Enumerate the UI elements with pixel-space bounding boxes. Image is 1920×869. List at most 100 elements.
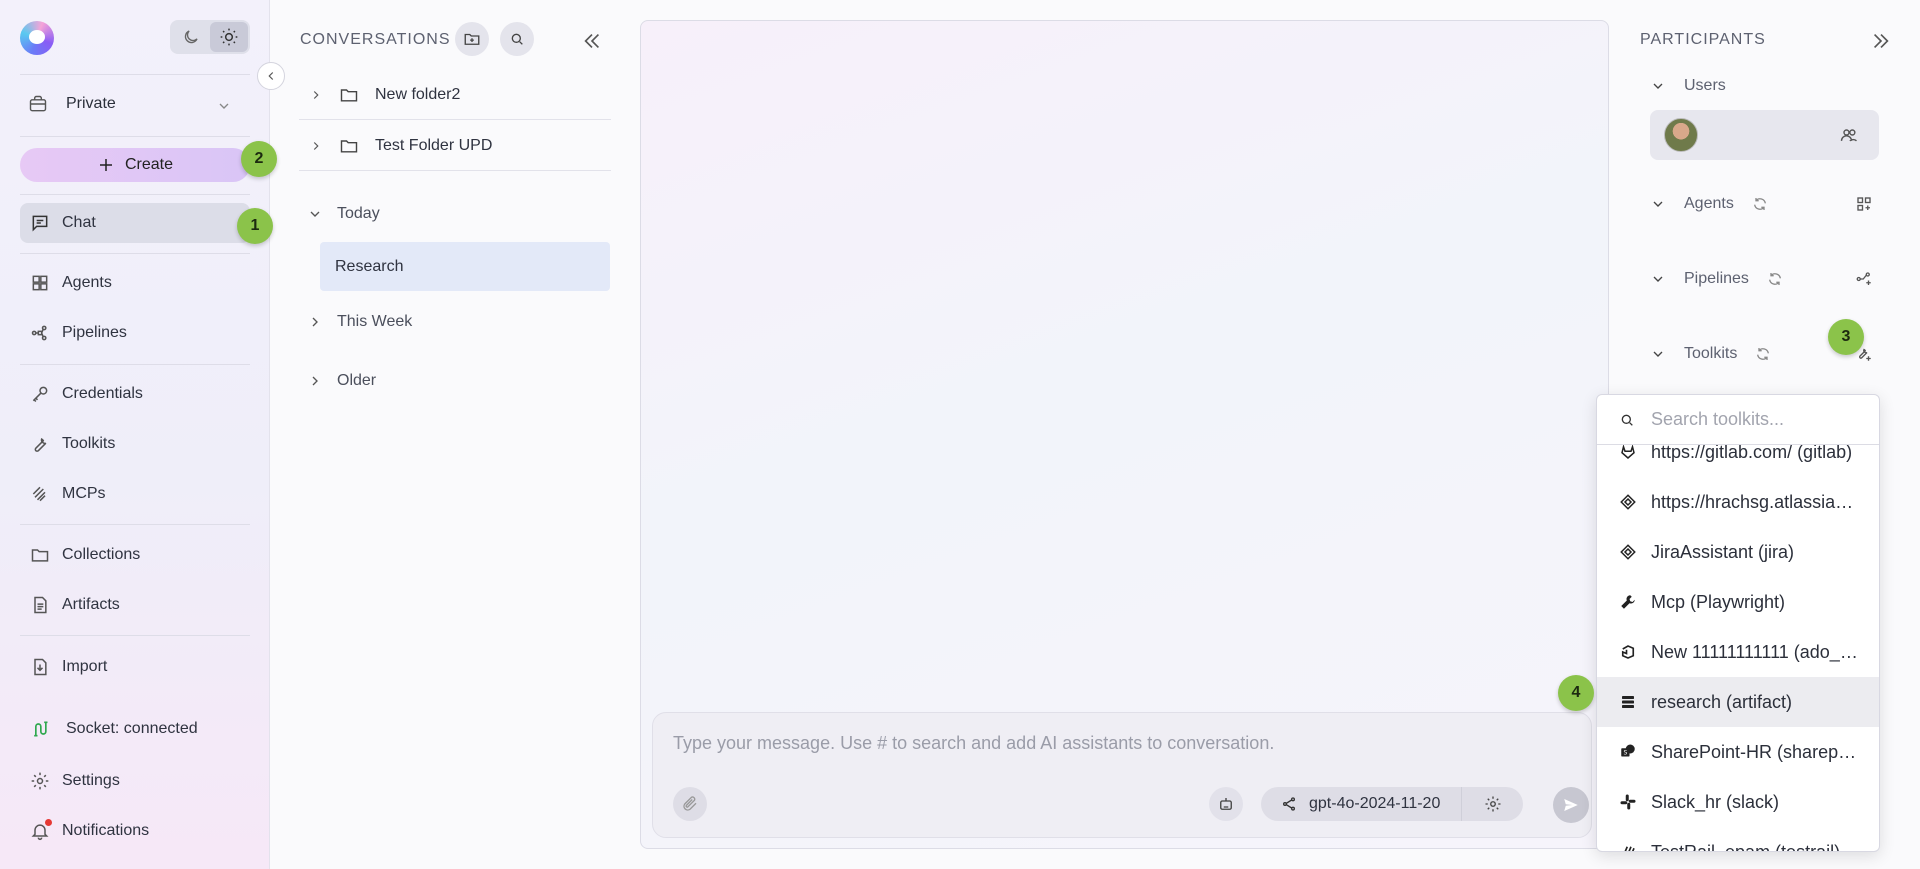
toolkit-item[interactable]: https://gitlab.com/ (gitlab) xyxy=(1597,445,1879,477)
conversation-item-research[interactable]: Research xyxy=(320,242,610,291)
toolkit-label: SharePoint-HR (sharepoint) xyxy=(1651,741,1861,762)
artifact-icon xyxy=(1619,693,1637,711)
toolkit-item[interactable]: Mcp (Playwright) xyxy=(1597,577,1879,627)
paperclip-icon xyxy=(681,795,699,813)
step-badge: 3 xyxy=(1828,319,1864,355)
collapse-sidebar-button[interactable] xyxy=(257,62,285,90)
nav-collections[interactable]: Collections xyxy=(20,535,250,575)
users-icon[interactable] xyxy=(1839,125,1859,145)
search-icon xyxy=(1619,412,1635,428)
toolkit-item-highlighted[interactable]: research (artifact) xyxy=(1597,677,1879,727)
socket-label: Socket: connected xyxy=(66,720,198,737)
nav-toolkits[interactable]: Toolkits xyxy=(20,424,250,464)
socket-icon xyxy=(30,719,50,739)
divider xyxy=(20,194,250,195)
conversations-title: CONVERSATIONS xyxy=(300,31,451,48)
workspace-label: Private xyxy=(66,95,116,112)
section-toolkits[interactable]: Toolkits xyxy=(1650,345,1771,363)
robot-icon xyxy=(1217,795,1235,813)
workspace-select[interactable]: Private xyxy=(20,86,250,122)
search-conversations-button[interactable] xyxy=(500,22,534,56)
nav-credentials[interactable]: Credentials xyxy=(20,374,250,414)
dark-mode-icon[interactable] xyxy=(172,22,210,52)
nav-pipelines[interactable]: Pipelines xyxy=(20,313,250,353)
key-icon xyxy=(30,384,50,404)
collapse-panel-icon[interactable] xyxy=(581,30,603,52)
wrench-icon xyxy=(30,434,50,454)
light-mode-icon[interactable] xyxy=(210,22,248,52)
nav-mcps[interactable]: MCPs xyxy=(20,474,250,514)
folder-name: Test Folder UPD xyxy=(375,136,493,154)
left-sidebar: Private Create Chat Agents Pipelines Cre… xyxy=(0,0,270,869)
folder-item[interactable]: New folder2 xyxy=(299,70,611,120)
section-label: Pipelines xyxy=(1684,270,1749,287)
create-button[interactable]: Create xyxy=(20,148,250,182)
attach-button[interactable] xyxy=(673,787,707,821)
chevron-down-icon xyxy=(1650,346,1666,362)
folder-icon xyxy=(339,136,359,156)
step-badge: 1 xyxy=(237,208,273,244)
divider xyxy=(20,364,250,365)
nav-artifacts[interactable]: Artifacts xyxy=(20,585,250,625)
import-icon xyxy=(30,657,50,677)
add-agent-icon[interactable] xyxy=(1855,195,1873,213)
add-assistant-button[interactable] xyxy=(1209,787,1243,821)
toolkit-item[interactable]: TestRail_epam (testrail) xyxy=(1597,827,1879,851)
refresh-icon[interactable] xyxy=(1755,346,1771,362)
gitlab-icon xyxy=(1619,445,1637,461)
refresh-icon[interactable] xyxy=(1752,196,1768,212)
section-pipelines[interactable]: Pipelines xyxy=(1650,270,1783,288)
theme-toggle[interactable] xyxy=(170,20,250,54)
nav-agents[interactable]: Agents xyxy=(20,263,250,303)
toolkit-item[interactable]: New 11111111111 (ado_boards) xyxy=(1597,627,1879,677)
new-folder-button[interactable] xyxy=(455,22,489,56)
section-label: Toolkits xyxy=(1684,345,1738,362)
nav-label: Credentials xyxy=(62,385,143,402)
send-button[interactable] xyxy=(1553,787,1589,823)
collapse-participants-icon[interactable] xyxy=(1870,30,1892,52)
step-badge: 2 xyxy=(241,141,277,177)
folder-item[interactable]: Test Folder UPD xyxy=(299,121,611,171)
toolkit-label: JiraAssistant (jira) xyxy=(1651,541,1795,562)
group-this-week[interactable]: This Week xyxy=(299,304,611,340)
model-selector[interactable]: gpt-4o-2024-11-20 xyxy=(1261,787,1523,821)
section-agents[interactable]: Agents xyxy=(1650,195,1768,213)
divider xyxy=(20,524,250,525)
toolkit-search[interactable] xyxy=(1597,395,1879,445)
group-today[interactable]: Today xyxy=(299,196,611,232)
gear-icon xyxy=(1484,795,1502,813)
message-input-placeholder[interactable]: Type your message. Use # to search and a… xyxy=(673,733,1274,754)
divider xyxy=(20,136,250,137)
step-badge: 4 xyxy=(1558,675,1594,711)
group-label: Today xyxy=(337,205,380,222)
chevron-right-icon xyxy=(307,314,323,330)
add-pipeline-icon[interactable] xyxy=(1855,270,1873,288)
group-older[interactable]: Older xyxy=(299,363,611,399)
user-card[interactable] xyxy=(1650,110,1879,160)
toolkit-item[interactable]: https://hrachsg.atlassian.net (confluenc… xyxy=(1597,477,1879,527)
section-label: Agents xyxy=(1684,195,1734,212)
chevron-down-icon xyxy=(1650,271,1666,287)
nav-import[interactable]: Import xyxy=(20,647,250,687)
message-composer[interactable]: Type your message. Use # to search and a… xyxy=(652,712,1592,838)
toolkit-item[interactable]: Slack_hr (slack) xyxy=(1597,777,1879,827)
briefcase-icon xyxy=(28,94,48,114)
folder-icon xyxy=(339,85,359,105)
chevron-down-icon xyxy=(1650,78,1666,94)
toolkit-search-input[interactable] xyxy=(1651,409,1871,430)
toolkit-label: New 11111111111 (ado_boards) xyxy=(1651,641,1861,662)
nav-settings[interactable]: Settings xyxy=(20,761,250,801)
section-users[interactable]: Users xyxy=(1650,77,1726,95)
nav-notifications[interactable]: Notifications xyxy=(20,811,250,851)
model-settings-button[interactable] xyxy=(1461,787,1523,821)
toolkit-item[interactable]: S SharePoint-HR (sharepoint) xyxy=(1597,727,1879,777)
refresh-icon[interactable] xyxy=(1767,271,1783,287)
divider xyxy=(20,253,250,254)
toolkit-item[interactable]: JiraAssistant (jira) xyxy=(1597,527,1879,577)
toolkit-label: https://hrachsg.atlassian.net (confluenc… xyxy=(1651,491,1861,512)
folder-plus-icon xyxy=(463,30,481,48)
app-logo[interactable] xyxy=(20,21,54,55)
nav-label: Chat xyxy=(62,214,96,231)
chevron-right-icon xyxy=(309,139,323,153)
nav-chat[interactable]: Chat xyxy=(20,203,250,243)
